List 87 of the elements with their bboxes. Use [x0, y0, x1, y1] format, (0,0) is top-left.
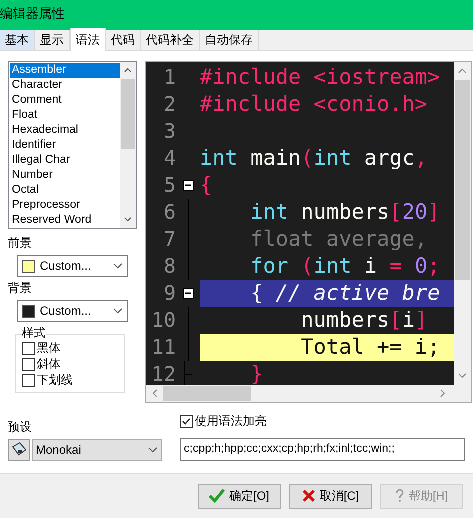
code-token: ] — [414, 306, 428, 334]
line-number: 6 — [162, 199, 176, 226]
list-item[interactable]: Reserved Word — [10, 213, 120, 228]
color-value: Custom... — [40, 303, 92, 320]
list-item[interactable]: Identifier — [10, 138, 120, 153]
line-number: 5 — [162, 172, 176, 199]
chevron-down-icon — [148, 447, 158, 453]
code-token: #include <iostream> — [200, 64, 440, 91]
list-item[interactable]: Hexadecimal — [10, 123, 120, 138]
preset-label: 预设 — [8, 419, 33, 436]
code-token: = — [390, 252, 402, 280]
line-number: 3 — [162, 118, 176, 145]
extensions-field[interactable]: c;cpp;h;hpp;cc;cxx;cp;hp;rh;fx;inl;tcc;win;; — [180, 438, 465, 461]
collapse-icon[interactable] — [182, 180, 194, 191]
code-token: } — [250, 360, 264, 385]
code-token: argc — [363, 144, 415, 172]
preset-dropdown[interactable]: Monokai — [32, 439, 162, 461]
x-icon — [302, 489, 316, 503]
code-token: float average, — [250, 226, 428, 253]
list-item[interactable]: Float — [10, 108, 120, 123]
code-token: { — [250, 280, 264, 307]
code-token: ( — [301, 144, 314, 172]
checkbox[interactable] — [22, 374, 35, 387]
code-token: Total += i; — [300, 334, 440, 361]
list-item[interactable]: Preprocessor — [10, 198, 120, 213]
checkbox-label: 黑体 — [37, 341, 61, 356]
list-item[interactable]: Illegal Char — [10, 153, 120, 168]
line-number: 7 — [162, 226, 176, 253]
line-number: 11 — [150, 334, 176, 361]
collapse-icon[interactable] — [182, 288, 194, 299]
checkbox[interactable] — [180, 414, 193, 428]
window-title: 编辑器属性 — [0, 6, 65, 24]
line-number: 2 — [162, 91, 176, 118]
code-token: 0 — [414, 252, 428, 280]
line-number: 9 — [162, 280, 176, 307]
code-token: #include <conio.h> — [200, 90, 428, 118]
code-token: 20 — [402, 198, 428, 226]
code-token: ; — [428, 252, 440, 280]
code-token: i — [363, 252, 378, 280]
checkbox-label: 使用语法加亮 — [195, 413, 267, 430]
cancel-button[interactable]: 取消[C] — [289, 484, 372, 508]
line-number: 12 — [150, 361, 176, 385]
scrollbar[interactable] — [146, 385, 471, 402]
scrollbar[interactable] — [454, 62, 471, 385]
code-token: int — [250, 198, 289, 226]
list-item[interactable]: Number — [10, 168, 120, 183]
code-token: main — [250, 144, 302, 172]
code-token: for — [250, 252, 289, 280]
color-dropdown[interactable]: Custom... — [17, 300, 128, 322]
group-title: 样式 — [22, 326, 46, 340]
code-token: numbers — [300, 306, 390, 334]
color-dropdown[interactable]: Custom... — [17, 255, 128, 277]
tab[interactable]: 语法 — [70, 28, 106, 51]
code-token: { — [200, 172, 213, 199]
code-token: int — [200, 144, 238, 172]
list-item[interactable]: Comment — [10, 93, 120, 108]
code-token: [ — [390, 306, 402, 334]
code-token: , — [414, 144, 428, 172]
list-item[interactable]: Octal — [10, 183, 120, 198]
list-item[interactable]: Character — [10, 78, 120, 93]
code-token: i — [402, 306, 415, 334]
checkbox[interactable] — [22, 358, 35, 371]
code-token: int — [314, 144, 352, 172]
line-number: 10 — [150, 307, 176, 334]
list-item[interactable]: Assembler — [10, 63, 120, 78]
scrollbar[interactable] — [120, 62, 136, 228]
tab[interactable]: 基本 — [0, 30, 35, 50]
code-token: ] — [428, 198, 440, 226]
code-token: int — [314, 252, 352, 280]
color-value: Custom... — [40, 258, 92, 275]
code-token: // active bre — [276, 280, 440, 307]
ok-button[interactable]: 确定[O] — [198, 484, 281, 508]
line-number: 8 — [162, 253, 176, 280]
chevron-down-icon — [113, 308, 123, 314]
code-token: [ — [390, 198, 402, 226]
line-number: 1 — [162, 64, 176, 91]
checkbox[interactable] — [22, 342, 35, 355]
chevron-down-icon — [113, 263, 123, 269]
line-number: 4 — [162, 145, 176, 172]
checkmark-icon — [209, 489, 226, 503]
code-token: ( — [300, 252, 314, 280]
code-token: numbers — [300, 198, 390, 226]
foreground-label: 前景 — [8, 235, 33, 252]
question-icon — [394, 489, 405, 503]
checkbox-label: 斜体 — [37, 357, 61, 372]
checkbox-label: 下划线 — [37, 373, 73, 388]
background-label: 背景 — [8, 280, 33, 297]
